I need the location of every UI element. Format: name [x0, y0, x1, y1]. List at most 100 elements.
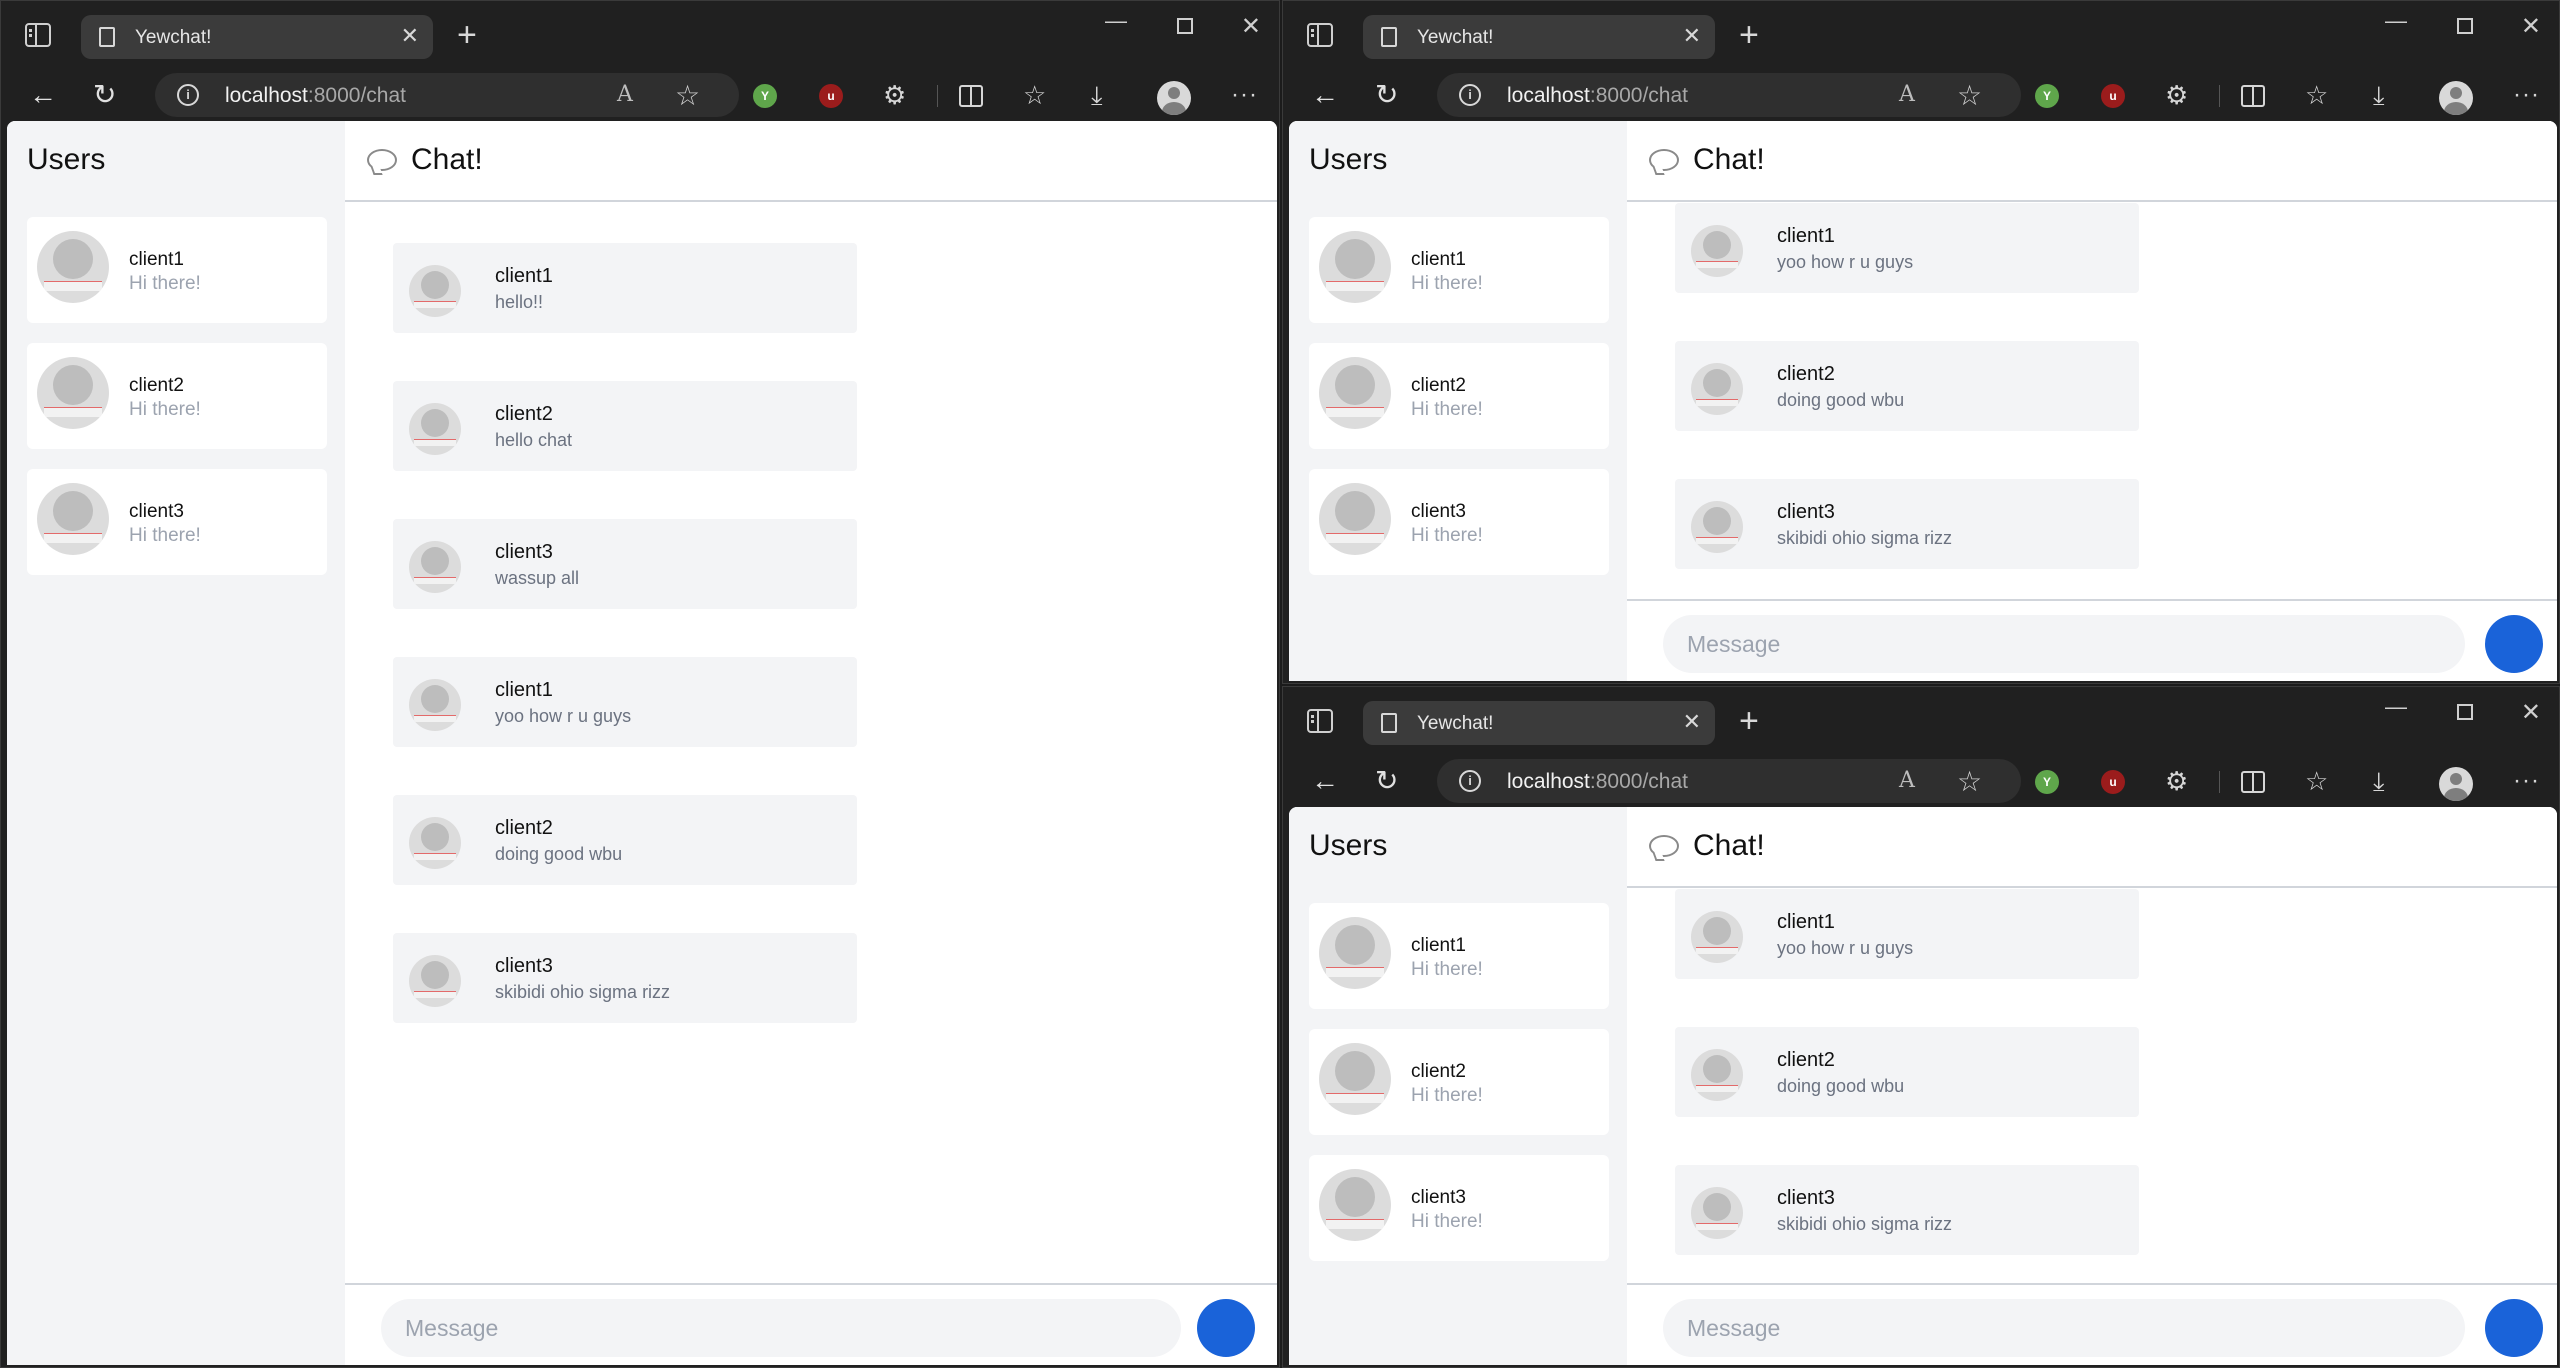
- toolbar-divider: [2219, 771, 2220, 793]
- user-name: client3: [1411, 501, 1466, 522]
- message-author: client2: [1777, 363, 1835, 385]
- address-bar[interactable]: i localhost:8000/chat A ☆: [1437, 73, 2021, 117]
- close-tab-icon[interactable]: ✕: [1683, 24, 1701, 48]
- read-aloud-icon[interactable]: A: [617, 82, 633, 107]
- read-aloud-icon[interactable]: A: [1899, 768, 1915, 793]
- users-sidebar: Users client1 Hi there! client2 Hi there! cl…: [1289, 807, 1627, 1365]
- browser-window-top-right: Yewchat! ✕ + — ✕ ← ↻ i localhost:8000/ch…: [1282, 0, 2560, 684]
- avatar-icon: [1691, 225, 1743, 277]
- chat-panel: Chat! client1 hello!! client2 hello chat cli…: [345, 121, 1277, 1365]
- user-card[interactable]: client3 Hi there!: [1309, 469, 1609, 575]
- chat-message: client1 yoo how r u guys: [1675, 203, 2139, 293]
- user-card[interactable]: client3 Hi there!: [1309, 1155, 1609, 1261]
- browser-tab[interactable]: Yewchat! ✕: [1363, 15, 1715, 59]
- user-card[interactable]: client2 Hi there!: [1309, 1029, 1609, 1135]
- tab-actions-icon[interactable]: [1307, 23, 1333, 47]
- maximize-icon[interactable]: [2457, 704, 2473, 720]
- new-tab-button[interactable]: +: [1739, 17, 1759, 53]
- close-tab-icon[interactable]: ✕: [1683, 710, 1701, 734]
- maximize-icon[interactable]: [2457, 18, 2473, 34]
- address-bar[interactable]: i localhost:8000/chat A ☆: [155, 73, 739, 117]
- back-icon[interactable]: ←: [29, 79, 57, 111]
- more-menu-icon[interactable]: ···: [2513, 79, 2540, 111]
- more-menu-icon[interactable]: ···: [1231, 79, 1258, 111]
- message-input[interactable]: [1663, 615, 2465, 673]
- downloads-icon[interactable]: ⤓: [2373, 765, 2385, 797]
- user-card[interactable]: client2 Hi there!: [1309, 343, 1609, 449]
- minimize-icon[interactable]: —: [1105, 9, 1127, 33]
- new-tab-button[interactable]: +: [457, 17, 477, 53]
- extension-green-icon[interactable]: Y: [2035, 770, 2059, 794]
- extensions-icon[interactable]: ⚙: [2165, 765, 2188, 797]
- downloads-icon[interactable]: ⤓: [2373, 79, 2385, 111]
- user-status: Hi there!: [1411, 525, 1483, 546]
- user-card[interactable]: client1 Hi there!: [27, 217, 327, 323]
- extensions-icon[interactable]: ⚙: [2165, 79, 2188, 111]
- tab-actions-icon[interactable]: [1307, 709, 1333, 733]
- chat-bubble-icon: [1649, 149, 1679, 171]
- back-icon[interactable]: ←: [1311, 765, 1339, 797]
- add-favorite-icon[interactable]: ☆: [1957, 765, 1982, 798]
- split-screen-icon[interactable]: [2241, 771, 2265, 793]
- message-list[interactable]: client1 yoo how r u guys client2 doing good…: [1627, 889, 2557, 1283]
- user-card[interactable]: client3 Hi there!: [27, 469, 327, 575]
- avatar-icon: [1691, 363, 1743, 415]
- site-info-icon[interactable]: i: [177, 84, 199, 106]
- minimize-icon[interactable]: —: [2385, 695, 2407, 719]
- message-list[interactable]: client1 hello!! client2 hello chat client3 wa…: [345, 203, 1277, 1283]
- extension-green-icon[interactable]: Y: [753, 84, 777, 108]
- tab-actions-icon[interactable]: [25, 23, 51, 47]
- read-aloud-icon[interactable]: A: [1899, 82, 1915, 107]
- close-window-icon[interactable]: ✕: [1241, 15, 1261, 39]
- send-button[interactable]: [1197, 1299, 1255, 1357]
- avatar-icon: [37, 231, 109, 303]
- user-card[interactable]: client1 Hi there!: [1309, 903, 1609, 1009]
- message-list[interactable]: client1 yoo how r u guys client2 doing good…: [1627, 203, 2557, 599]
- message-input[interactable]: [1663, 1299, 2465, 1357]
- new-tab-button[interactable]: +: [1739, 703, 1759, 739]
- message-input[interactable]: [381, 1299, 1181, 1357]
- extension-green-icon[interactable]: Y: [2035, 84, 2059, 108]
- message-text: skibidi ohio sigma rizz: [1777, 528, 1953, 548]
- browser-tab[interactable]: Yewchat! ✕: [81, 15, 433, 59]
- site-info-icon[interactable]: i: [1459, 84, 1481, 106]
- reload-icon[interactable]: ↻: [1375, 79, 1398, 111]
- profile-avatar[interactable]: [2439, 81, 2473, 115]
- url-text[interactable]: localhost:8000/chat: [1507, 770, 1688, 794]
- ublock-icon[interactable]: u: [2101, 84, 2125, 108]
- url-text[interactable]: localhost:8000/chat: [1507, 84, 1688, 108]
- user-card[interactable]: client2 Hi there!: [27, 343, 327, 449]
- close-tab-icon[interactable]: ✕: [401, 24, 419, 48]
- message-author: client2: [495, 403, 553, 425]
- favorites-icon[interactable]: ☆: [1023, 79, 1046, 111]
- browser-tab[interactable]: Yewchat! ✕: [1363, 701, 1715, 745]
- more-menu-icon[interactable]: ···: [2513, 765, 2540, 797]
- add-favorite-icon[interactable]: ☆: [675, 79, 700, 112]
- split-screen-icon[interactable]: [2241, 85, 2265, 107]
- favorites-icon[interactable]: ☆: [2305, 765, 2328, 797]
- chat-panel: Chat! client1 yoo how r u guys client2 doin…: [1627, 807, 2557, 1365]
- back-icon[interactable]: ←: [1311, 79, 1339, 111]
- extensions-icon[interactable]: ⚙: [883, 79, 906, 111]
- minimize-icon[interactable]: —: [2385, 9, 2407, 33]
- send-button[interactable]: [2485, 1299, 2543, 1357]
- split-screen-icon[interactable]: [959, 85, 983, 107]
- send-button[interactable]: [2485, 615, 2543, 673]
- user-card[interactable]: client1 Hi there!: [1309, 217, 1609, 323]
- close-window-icon[interactable]: ✕: [2521, 701, 2541, 725]
- close-window-icon[interactable]: ✕: [2521, 15, 2541, 39]
- avatar-icon: [409, 403, 461, 455]
- add-favorite-icon[interactable]: ☆: [1957, 79, 1982, 112]
- profile-avatar[interactable]: [1157, 81, 1191, 115]
- downloads-icon[interactable]: ⤓: [1091, 79, 1103, 111]
- url-text[interactable]: localhost:8000/chat: [225, 84, 406, 108]
- site-info-icon[interactable]: i: [1459, 770, 1481, 792]
- maximize-icon[interactable]: [1177, 18, 1193, 34]
- address-bar[interactable]: i localhost:8000/chat A ☆: [1437, 759, 2021, 803]
- favorites-icon[interactable]: ☆: [2305, 79, 2328, 111]
- reload-icon[interactable]: ↻: [1375, 765, 1398, 797]
- reload-icon[interactable]: ↻: [93, 79, 116, 111]
- ublock-icon[interactable]: u: [819, 84, 843, 108]
- ublock-icon[interactable]: u: [2101, 770, 2125, 794]
- profile-avatar[interactable]: [2439, 767, 2473, 801]
